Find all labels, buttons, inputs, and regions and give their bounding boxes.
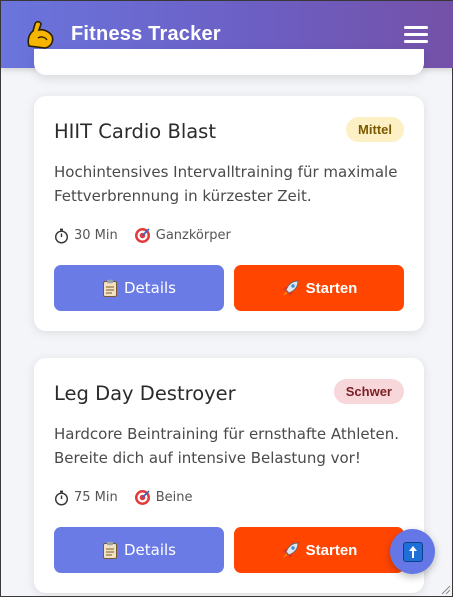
resize-grip-icon[interactable]: [439, 583, 451, 595]
details-button-label: Details: [123, 541, 176, 559]
clipboard-icon: [102, 279, 118, 297]
start-button[interactable]: Starten: [234, 527, 404, 573]
scroll-to-top-button[interactable]: [390, 529, 435, 574]
arrow-up-icon: [402, 541, 423, 562]
details-button-label: Details: [123, 279, 176, 297]
workout-description: Hochintensives Intervalltraining für max…: [54, 163, 398, 205]
target-icon: [134, 490, 150, 505]
previous-workout-card: [34, 49, 424, 75]
workout-meta: 30 Min Ganzkörper: [54, 227, 247, 244]
start-button-label: Starten: [305, 279, 358, 297]
duration-item: 30 Min: [54, 228, 118, 244]
rocket-icon: [281, 541, 300, 560]
workout-card: HIIT Cardio Blast Mittel Hochintensives …: [34, 96, 424, 331]
target-item: Ganzkörper: [134, 227, 231, 244]
stopwatch-icon: [54, 490, 69, 506]
target-text: Beine: [155, 490, 193, 505]
target-item: Beine: [134, 489, 193, 506]
rocket-icon: [281, 279, 300, 298]
workout-card: Leg Day Destroyer Schwer Hardcore Beintr…: [34, 358, 424, 593]
start-button-label: Starten: [305, 541, 358, 559]
duration-item: 75 Min: [54, 490, 118, 506]
workout-description: Hardcore Beintraining für ernsthafte Ath…: [54, 425, 400, 467]
duration-text: 30 Min: [74, 228, 118, 243]
details-button[interactable]: Details: [54, 527, 224, 573]
workout-title: Leg Day Destroyer: [54, 382, 236, 405]
stopwatch-icon: [54, 228, 69, 244]
target-icon: [134, 228, 150, 243]
duration-text: 75 Min: [74, 490, 118, 505]
start-button[interactable]: Starten: [234, 265, 404, 311]
hamburger-menu-icon[interactable]: [404, 26, 428, 44]
difficulty-badge: Mittel: [346, 117, 404, 142]
workout-meta: 75 Min Beine: [54, 489, 209, 506]
clipboard-icon: [102, 541, 118, 559]
app-title: Fitness Tracker: [71, 23, 221, 45]
details-button[interactable]: Details: [54, 265, 224, 311]
flexed-biceps-icon: [23, 18, 57, 52]
target-text: Ganzkörper: [155, 228, 231, 243]
workout-title: HIIT Cardio Blast: [54, 120, 216, 143]
difficulty-badge: Schwer: [333, 379, 404, 404]
